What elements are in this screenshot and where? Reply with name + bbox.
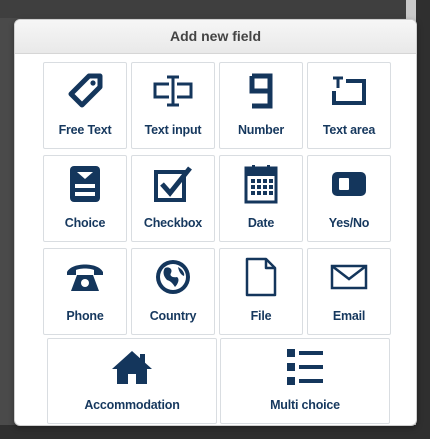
text-cursor-icon xyxy=(153,75,193,107)
add-field-dialog: Add new field Free Text Text input Numbe… xyxy=(14,19,417,426)
background-top xyxy=(0,0,430,18)
email-option[interactable]: Email xyxy=(307,248,391,335)
house-icon xyxy=(112,350,152,384)
checkbox-icon xyxy=(154,166,192,202)
free-text-option[interactable]: Free Text xyxy=(43,62,127,149)
yes-no-label: Yes/No xyxy=(328,216,370,230)
file-icon xyxy=(245,257,277,297)
file-label: File xyxy=(250,309,272,323)
accommodation-option[interactable]: Accommodation xyxy=(47,338,217,424)
choice-label: Choice xyxy=(64,216,106,230)
background-bottom xyxy=(0,425,430,439)
text-area-icon xyxy=(332,76,366,105)
dialog-title: Add new field xyxy=(15,20,416,54)
checkbox-option[interactable]: Checkbox xyxy=(131,155,215,242)
accommodation-label: Accommodation xyxy=(84,398,180,412)
phone-option[interactable]: Phone xyxy=(43,248,127,335)
digit-nine-icon xyxy=(249,73,273,109)
country-label: Country xyxy=(149,309,197,323)
number-option[interactable]: Number xyxy=(219,62,303,149)
tag-icon xyxy=(68,73,103,108)
checkbox-label: Checkbox xyxy=(143,216,203,230)
bullet-list-icon xyxy=(287,348,323,385)
dropdown-list-icon xyxy=(70,166,100,202)
date-option[interactable]: Date xyxy=(219,155,303,242)
country-option[interactable]: Country xyxy=(131,248,215,335)
field-type-grid-wide: Accommodation Multi choice xyxy=(47,338,390,424)
background-right xyxy=(416,0,430,439)
file-option[interactable]: File xyxy=(219,248,303,335)
text-area-option[interactable]: Text area xyxy=(307,62,391,149)
email-label: Email xyxy=(332,309,366,323)
text-input-option[interactable]: Text input xyxy=(131,62,215,149)
yes-no-option[interactable]: Yes/No xyxy=(307,155,391,242)
multi-choice-option[interactable]: Multi choice xyxy=(220,338,390,424)
envelope-icon xyxy=(330,264,368,290)
field-type-grid: Free Text Text input Number Text area Ch… xyxy=(43,62,391,335)
date-label: Date xyxy=(247,216,275,230)
calendar-icon xyxy=(244,165,278,204)
text-input-label: Text input xyxy=(144,123,202,137)
toggle-icon xyxy=(332,172,366,196)
free-text-label: Free Text xyxy=(58,123,112,137)
phone-label: Phone xyxy=(66,309,104,323)
choice-option[interactable]: Choice xyxy=(43,155,127,242)
multi-choice-label: Multi choice xyxy=(270,398,340,412)
globe-icon xyxy=(156,260,190,294)
number-label: Number xyxy=(237,123,285,137)
telephone-icon xyxy=(67,264,103,291)
text-area-label: Text area xyxy=(322,123,376,137)
